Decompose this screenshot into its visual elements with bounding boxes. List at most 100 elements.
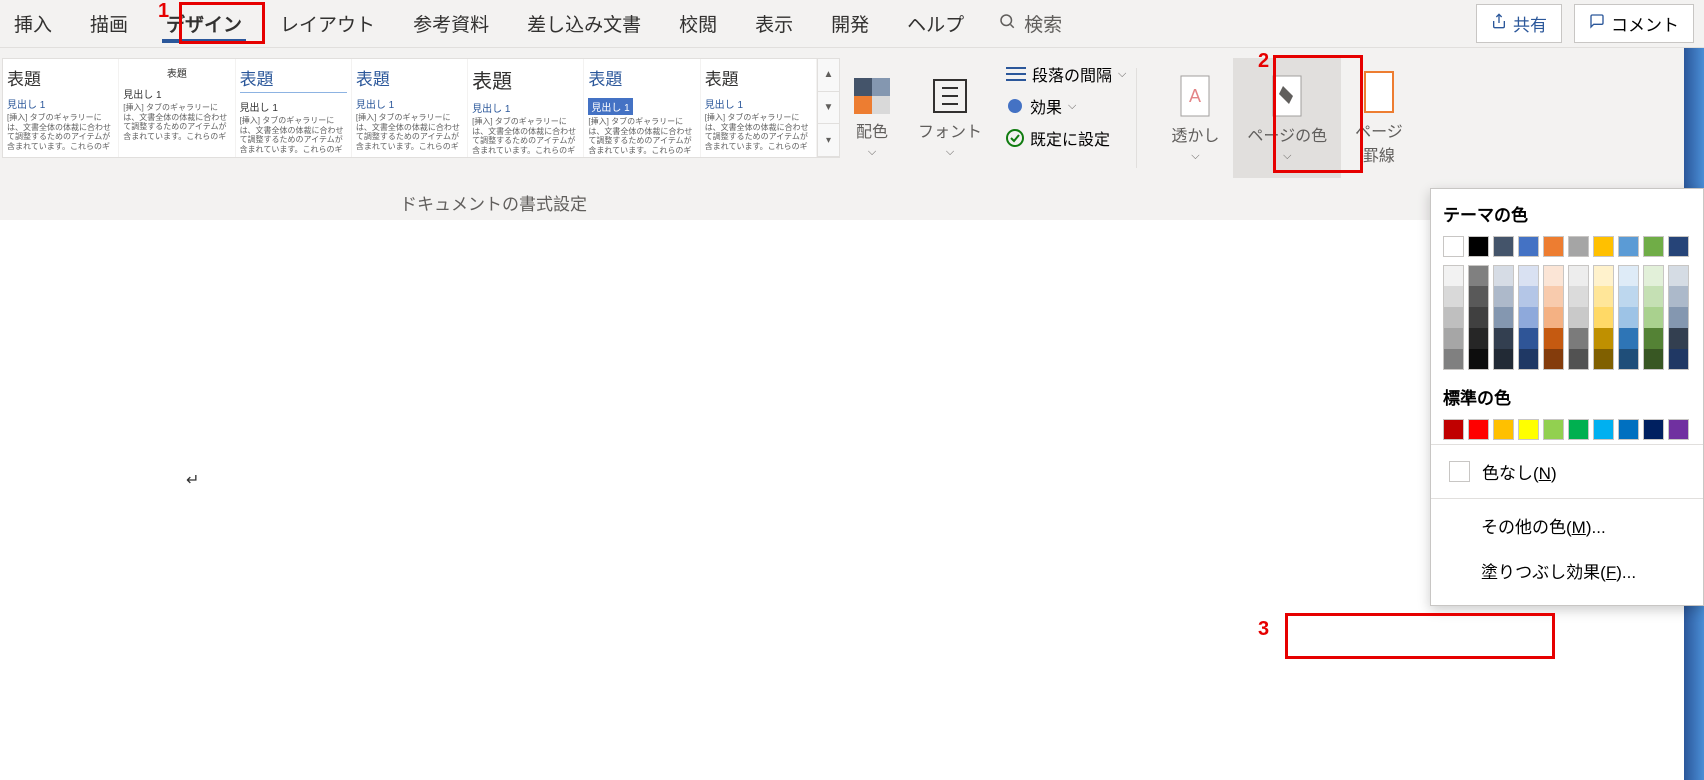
- fill-effects-item[interactable]: 塗りつぶし効果(F)...: [1443, 548, 1691, 593]
- style-preset-6[interactable]: 表題 見出し 1 [挿入] タブのギャラリーには、文書全体の体裁に合わせて調整す…: [584, 59, 700, 157]
- color-swatch[interactable]: [1543, 265, 1564, 286]
- style-preset-5[interactable]: 表題 見出し 1 [挿入] タブのギャラリーには、文書全体の体裁に合わせて調整す…: [468, 59, 584, 157]
- color-swatch[interactable]: [1543, 236, 1564, 257]
- gallery-scroll-down[interactable]: ▼: [818, 92, 839, 125]
- color-swatch[interactable]: [1668, 236, 1689, 257]
- set-default-button[interactable]: 既定に設定: [1006, 126, 1126, 150]
- color-swatch[interactable]: [1593, 286, 1614, 307]
- color-swatch[interactable]: [1568, 265, 1589, 286]
- color-swatch[interactable]: [1618, 328, 1639, 349]
- color-swatch[interactable]: [1543, 307, 1564, 328]
- color-swatch[interactable]: [1468, 349, 1489, 370]
- search-box[interactable]: 検索: [998, 10, 1062, 37]
- more-colors-item[interactable]: その他の色(M)...: [1443, 503, 1691, 548]
- color-swatch[interactable]: [1468, 419, 1489, 440]
- color-swatch[interactable]: [1543, 349, 1564, 370]
- color-swatch[interactable]: [1568, 236, 1589, 257]
- color-swatch[interactable]: [1493, 236, 1514, 257]
- color-swatch[interactable]: [1618, 307, 1639, 328]
- tab-developer[interactable]: 開発: [827, 0, 873, 47]
- color-swatch[interactable]: [1643, 419, 1664, 440]
- style-preset-4[interactable]: 表題 見出し 1 [挿入] タブのギャラリーには、文書全体の体裁に合わせて調整す…: [352, 59, 468, 157]
- gallery-scroll-up[interactable]: ▲: [818, 59, 839, 92]
- color-swatch[interactable]: [1643, 286, 1664, 307]
- tab-review[interactable]: 校閲: [675, 0, 721, 47]
- color-swatch[interactable]: [1493, 328, 1514, 349]
- gallery-more[interactable]: ▾: [818, 124, 839, 157]
- tab-insert[interactable]: 挿入: [10, 0, 56, 47]
- color-swatch[interactable]: [1543, 419, 1564, 440]
- color-swatch[interactable]: [1618, 419, 1639, 440]
- color-swatch[interactable]: [1443, 265, 1464, 286]
- color-swatch[interactable]: [1668, 419, 1689, 440]
- color-swatch[interactable]: [1468, 236, 1489, 257]
- color-swatch[interactable]: [1643, 328, 1664, 349]
- tab-help[interactable]: ヘルプ: [903, 0, 968, 47]
- color-swatch[interactable]: [1518, 328, 1539, 349]
- color-swatch[interactable]: [1618, 236, 1639, 257]
- color-swatch[interactable]: [1443, 419, 1464, 440]
- effects-button[interactable]: 効果 ⌵: [1006, 94, 1126, 118]
- style-preset-1[interactable]: 表題 見出し 1 [挿入] タブのギャラリーには、文書全体の体裁に合わせて調整す…: [3, 59, 119, 157]
- color-swatch[interactable]: [1593, 236, 1614, 257]
- color-swatch[interactable]: [1493, 349, 1514, 370]
- color-swatch[interactable]: [1443, 328, 1464, 349]
- tab-mailings[interactable]: 差し込み文書: [523, 0, 645, 47]
- color-swatch[interactable]: [1593, 349, 1614, 370]
- color-swatch[interactable]: [1443, 349, 1464, 370]
- color-swatch[interactable]: [1618, 265, 1639, 286]
- color-swatch[interactable]: [1518, 419, 1539, 440]
- color-swatch[interactable]: [1593, 265, 1614, 286]
- color-swatch[interactable]: [1518, 286, 1539, 307]
- color-swatch[interactable]: [1493, 419, 1514, 440]
- color-swatch[interactable]: [1468, 265, 1489, 286]
- color-swatch[interactable]: [1468, 328, 1489, 349]
- color-swatch[interactable]: [1493, 307, 1514, 328]
- theme-fonts-button[interactable]: フォント ⌵: [914, 74, 986, 163]
- color-swatch[interactable]: [1618, 349, 1639, 370]
- color-swatch[interactable]: [1668, 265, 1689, 286]
- no-color-item[interactable]: 色なし(N): [1443, 449, 1691, 494]
- tab-draw[interactable]: 描画: [86, 0, 132, 47]
- color-swatch[interactable]: [1543, 328, 1564, 349]
- color-swatch[interactable]: [1668, 328, 1689, 349]
- color-swatch[interactable]: [1493, 286, 1514, 307]
- color-swatch[interactable]: [1568, 419, 1589, 440]
- tab-layout[interactable]: レイアウト: [276, 0, 379, 47]
- color-swatch[interactable]: [1643, 265, 1664, 286]
- color-swatch[interactable]: [1668, 307, 1689, 328]
- color-swatch[interactable]: [1668, 286, 1689, 307]
- color-swatch[interactable]: [1493, 265, 1514, 286]
- color-swatch[interactable]: [1443, 236, 1464, 257]
- page-borders-button[interactable]: ページ 罫線: [1351, 66, 1407, 170]
- tab-references[interactable]: 参考資料: [409, 0, 493, 47]
- paragraph-spacing-button[interactable]: 段落の間隔 ⌵: [1006, 62, 1126, 86]
- color-swatch[interactable]: [1443, 307, 1464, 328]
- color-swatch[interactable]: [1518, 349, 1539, 370]
- color-swatch[interactable]: [1518, 236, 1539, 257]
- color-swatch[interactable]: [1668, 349, 1689, 370]
- tab-view[interactable]: 表示: [751, 0, 797, 47]
- color-swatch[interactable]: [1568, 307, 1589, 328]
- color-swatch[interactable]: [1643, 349, 1664, 370]
- comment-button[interactable]: コメント: [1574, 4, 1694, 43]
- color-swatch[interactable]: [1568, 286, 1589, 307]
- color-swatch[interactable]: [1593, 419, 1614, 440]
- style-preset-2[interactable]: 表題 見出し 1 [挿入] タブのギャラリーには、文書全体の体裁に合わせて調整す…: [119, 59, 235, 157]
- tab-design[interactable]: デザイン: [162, 0, 246, 47]
- color-swatch[interactable]: [1593, 307, 1614, 328]
- color-swatch[interactable]: [1443, 286, 1464, 307]
- share-button[interactable]: 共有: [1476, 4, 1562, 43]
- color-swatch[interactable]: [1643, 236, 1664, 257]
- color-swatch[interactable]: [1518, 307, 1539, 328]
- style-preset-3[interactable]: 表題 見出し 1 [挿入] タブのギャラリーには、文書全体の体裁に合わせて調整す…: [236, 59, 352, 157]
- color-swatch[interactable]: [1568, 349, 1589, 370]
- theme-colors-button[interactable]: 配色 ⌵: [850, 74, 894, 163]
- color-swatch[interactable]: [1618, 286, 1639, 307]
- color-swatch[interactable]: [1518, 265, 1539, 286]
- style-preset-7[interactable]: 表題 見出し 1 [挿入] タブのギャラリーには、文書全体の体裁に合わせて調整す…: [701, 59, 817, 157]
- page-color-button[interactable]: ページの色 ⌵: [1243, 70, 1331, 167]
- color-swatch[interactable]: [1468, 286, 1489, 307]
- color-swatch[interactable]: [1468, 307, 1489, 328]
- watermark-button[interactable]: A 透かし ⌵: [1167, 70, 1223, 167]
